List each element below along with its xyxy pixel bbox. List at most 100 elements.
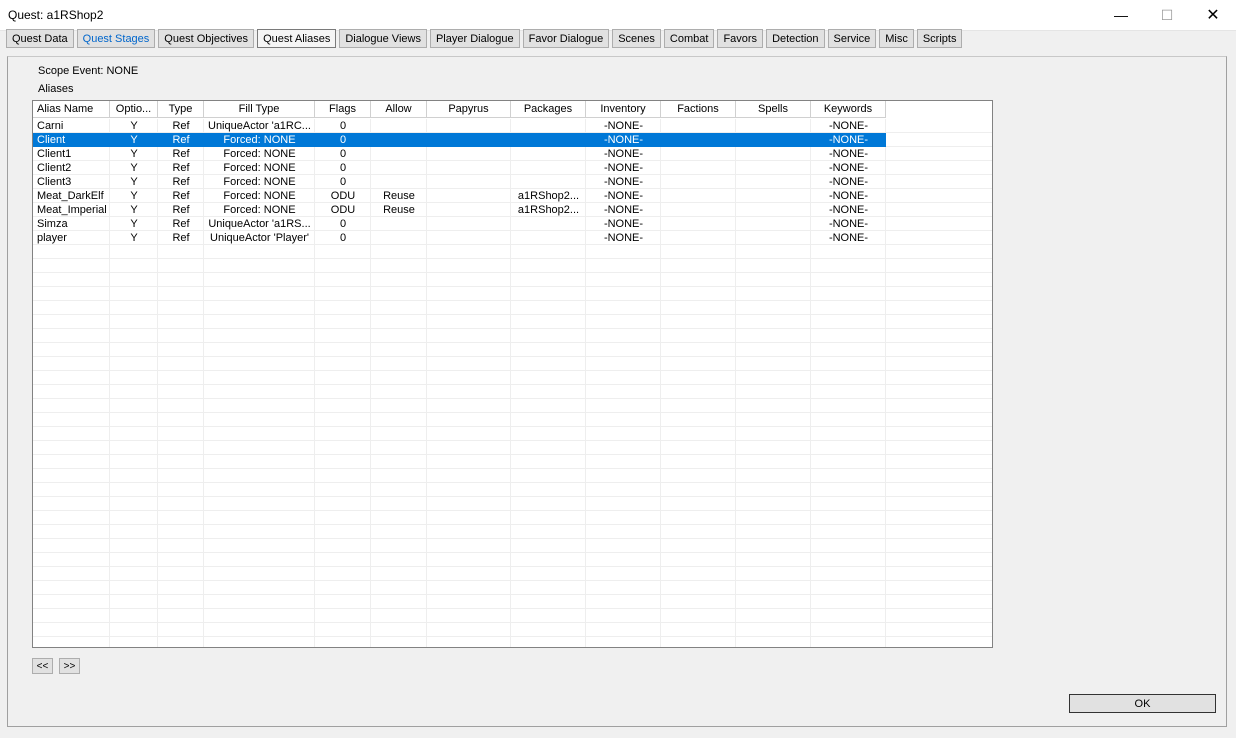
cell-alias-name: Client3 — [37, 176, 72, 188]
close-button[interactable]: ✕ — [1190, 0, 1236, 30]
maximize-icon: ☐ — [1160, 6, 1174, 23]
cell-inventory: -NONE- — [603, 232, 644, 244]
cell-factions — [661, 161, 736, 175]
cell-alias-name: Carni — [37, 120, 64, 132]
cell-papyrus — [427, 175, 511, 189]
close-icon: ✕ — [1206, 7, 1220, 24]
cell-inventory: -NONE- — [603, 148, 644, 160]
cell-packages: a1RShop2... — [517, 190, 580, 202]
table-row[interactable]: Simza Y Ref UniqueActor 'a1RS... 0 -NONE- -NON… — [33, 217, 886, 231]
column-header-factions[interactable]: Factions — [661, 101, 736, 118]
cell-keywords: -NONE- — [828, 204, 869, 216]
tab-quest-aliases[interactable]: Quest Aliases — [257, 29, 337, 48]
tab-quest-stages[interactable]: Quest Stages — [76, 29, 156, 48]
tab-quest-objectives[interactable]: Quest Objectives — [158, 29, 255, 48]
table-row[interactable]: Meat_Imperial Y Ref Forced: NONE ODU Reuse a1R… — [33, 203, 886, 217]
cell-alias-name: player — [37, 232, 67, 244]
cell-fill-type: Forced: NONE — [223, 162, 296, 174]
window-title: Quest: a1RShop2 — [8, 8, 104, 22]
cell-papyrus — [427, 119, 511, 133]
cell-inventory: -NONE- — [603, 218, 644, 230]
cell-fill-type: Forced: NONE — [223, 176, 296, 188]
previous-button[interactable]: << — [32, 658, 53, 674]
cell-allow — [371, 161, 427, 175]
tab-label: Player Dialogue — [435, 32, 514, 45]
cell-keywords: -NONE- — [828, 162, 869, 174]
table-row[interactable]: Carni Y Ref UniqueActor 'a1RC... 0 -NONE- -NON… — [33, 119, 886, 133]
cell-flags: ODU — [330, 190, 356, 202]
cell-papyrus — [427, 161, 511, 175]
cell-papyrus — [427, 133, 511, 147]
tab-scenes[interactable]: Scenes — [612, 29, 661, 48]
tab-favor-dialogue[interactable]: Favor Dialogue — [522, 29, 610, 48]
cell-keywords: -NONE- — [828, 148, 869, 160]
column-header-optional[interactable]: Optio... — [110, 101, 158, 118]
tab-service[interactable]: Service — [827, 29, 877, 48]
column-header-type[interactable]: Type — [158, 101, 204, 118]
scope-event-label: Scope Event: NONE — [38, 65, 139, 77]
cell-flags: 0 — [339, 162, 347, 174]
cell-packages — [511, 231, 586, 245]
cell-packages — [511, 161, 586, 175]
cell-optional: Y — [130, 148, 138, 160]
tab-label: Combat — [669, 32, 709, 45]
tab-label: Favor Dialogue — [528, 32, 604, 45]
cell-spells — [736, 217, 811, 231]
column-header-keywords[interactable]: Keywords — [811, 101, 886, 118]
cell-keywords: -NONE- — [828, 176, 869, 188]
tab-label: Detection — [772, 32, 819, 45]
cell-type: Ref — [172, 148, 190, 160]
column-header-inventory[interactable]: Inventory — [586, 101, 661, 118]
cell-spells — [736, 175, 811, 189]
next-label: >> — [63, 660, 76, 672]
column-header-allow[interactable]: Allow — [371, 101, 427, 118]
table-row[interactable]: Client3 Y Ref Forced: NONE 0 -NONE- -NONE- — [33, 175, 886, 189]
cell-type: Ref — [172, 204, 190, 216]
aliases-list[interactable]: Alias Name Optio... Type Fill Type Flags Allo… — [32, 100, 993, 648]
column-header-flags[interactable]: Flags — [315, 101, 371, 118]
column-header-spells[interactable]: Spells — [736, 101, 811, 118]
tab-favors[interactable]: Favors — [717, 29, 764, 48]
cell-alias-name: Simza — [37, 218, 68, 230]
cell-keywords: -NONE- — [811, 133, 886, 147]
cell-keywords: -NONE- — [828, 120, 869, 132]
tab-quest-data[interactable]: Quest Data — [6, 29, 74, 48]
cell-allow — [371, 217, 427, 231]
maximize-button[interactable]: ☐ — [1144, 0, 1190, 30]
minimize-button[interactable]: — — [1098, 0, 1144, 30]
table-row[interactable]: player Y Ref UniqueActor 'Player' 0 -NONE- -NO… — [33, 231, 886, 245]
tab-label: Service — [833, 32, 871, 45]
cell-inventory: -NONE- — [603, 190, 644, 202]
tab-scripts[interactable]: Scripts — [916, 29, 963, 48]
next-button[interactable]: >> — [59, 658, 80, 674]
column-header-fill-type[interactable]: Fill Type — [204, 101, 315, 118]
table-row[interactable]: Meat_DarkElf Y Ref Forced: NONE ODU Reuse a1RS… — [33, 189, 886, 203]
column-header-papyrus[interactable]: Papyrus — [427, 101, 511, 118]
column-header-alias-name[interactable]: Alias Name — [33, 101, 110, 118]
table-row[interactable]: Client2 Y Ref Forced: NONE 0 -NONE- -NONE- — [33, 161, 886, 175]
cell-type: Ref — [172, 218, 190, 230]
cell-type: Ref — [172, 120, 190, 132]
table-row[interactable]: Client1 Y Ref Forced: NONE 0 -NONE- -NONE- — [33, 147, 886, 161]
cell-optional: Y — [130, 120, 138, 132]
cell-keywords: -NONE- — [828, 190, 869, 202]
cell-packages — [511, 147, 586, 161]
cell-alias-name: Meat_Imperial — [37, 204, 107, 216]
cell-fill-type: Forced: NONE — [204, 133, 315, 147]
cell-factions — [661, 189, 736, 203]
tab-player-dialogue[interactable]: Player Dialogue — [429, 29, 520, 48]
tab-detection[interactable]: Detection — [766, 29, 825, 48]
column-header-packages[interactable]: Packages — [511, 101, 586, 118]
tab-misc[interactable]: Misc — [879, 29, 914, 48]
tab-combat[interactable]: Combat — [663, 29, 715, 48]
tab-dialogue-views[interactable]: Dialogue Views — [339, 29, 427, 48]
cell-inventory: -NONE- — [603, 120, 644, 132]
ok-button[interactable]: OK — [1069, 694, 1216, 713]
cell-papyrus — [427, 231, 511, 245]
tab-label: Favors — [723, 32, 758, 45]
cell-factions — [661, 133, 736, 147]
table-row[interactable]: Client Y Ref Forced: NONE 0 -NONE- -NONE- — [33, 133, 886, 147]
minimize-icon: — — [1114, 7, 1128, 23]
cell-allow — [371, 175, 427, 189]
cell-optional: Y — [130, 162, 138, 174]
